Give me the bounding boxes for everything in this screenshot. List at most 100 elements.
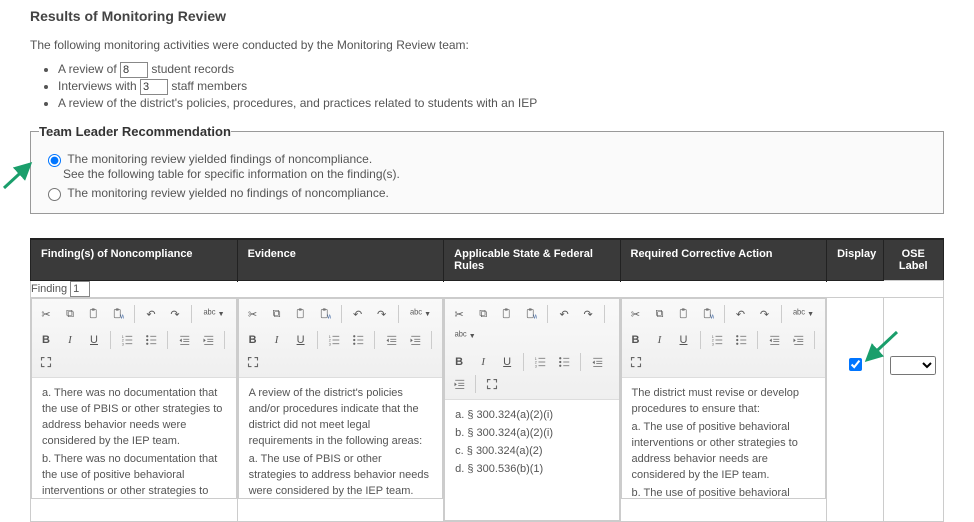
- editor-row: ✂⧉W↶↷ᵃᵇᶜ▼BIU123a. There was no documenta…: [31, 298, 944, 522]
- paste-word-icon[interactable]: W: [697, 304, 719, 324]
- paste-icon[interactable]: [496, 304, 518, 324]
- numlist-icon[interactable]: 123: [529, 352, 551, 372]
- staff-count-field[interactable]: 3: [140, 79, 168, 95]
- indent-icon[interactable]: [197, 330, 219, 350]
- outdent-icon[interactable]: [586, 352, 608, 372]
- finding-label: Finding: [31, 283, 67, 295]
- radio-no-findings-label: The monitoring review yielded no finding…: [67, 186, 389, 200]
- spellcheck-icon[interactable]: ᵃᵇᶜ▼: [197, 304, 231, 324]
- bullist-icon[interactable]: [347, 330, 369, 350]
- ose-label-select[interactable]: [890, 356, 936, 375]
- underline-button[interactable]: U: [496, 352, 518, 372]
- radio-findings-label: The monitoring review yielded findings o…: [67, 152, 372, 166]
- intro-text: The following monitoring activities were…: [30, 38, 944, 52]
- rte-content[interactable]: A review of the district's policies and/…: [239, 378, 443, 498]
- col-display: Display: [827, 240, 883, 281]
- svg-text:W: W: [120, 315, 124, 321]
- indent-icon[interactable]: [448, 374, 470, 394]
- fullscreen-icon[interactable]: [481, 374, 503, 394]
- records-pre: A review of: [58, 62, 120, 76]
- redo-icon[interactable]: ↷: [371, 304, 393, 324]
- cut-icon[interactable]: ✂: [448, 304, 470, 324]
- numlist-icon[interactable]: 123: [706, 330, 728, 350]
- svg-text:W: W: [533, 315, 537, 321]
- rte-content[interactable]: The district must revise or develop proc…: [622, 378, 826, 498]
- display-checkbox[interactable]: [849, 358, 862, 371]
- bold-button[interactable]: B: [625, 330, 647, 350]
- cut-icon[interactable]: ✂: [242, 304, 264, 324]
- fullscreen-icon[interactable]: [242, 352, 264, 372]
- paste-icon[interactable]: [290, 304, 312, 324]
- paste-word-icon[interactable]: W: [314, 304, 336, 324]
- outdent-icon[interactable]: [763, 330, 785, 350]
- radio-no-findings[interactable]: [48, 188, 61, 201]
- bold-button[interactable]: B: [242, 330, 264, 350]
- rte-action: ✂⧉ W ↶↷ ᵃᵇᶜ▼ BIU 123 The district must revise …: [621, 298, 827, 499]
- italic-button[interactable]: I: [472, 352, 494, 372]
- numlist-icon[interactable]: 123: [116, 330, 138, 350]
- bold-button[interactable]: B: [35, 330, 57, 350]
- rte-toolbar: ✂⧉ W ↶↷ ᵃᵇᶜ▼ BIU 123: [622, 299, 826, 378]
- finding-number-field[interactable]: 1: [70, 281, 90, 297]
- radio-findings-sub: See the following table for specific inf…: [63, 167, 931, 181]
- bullist-icon[interactable]: [730, 330, 752, 350]
- italic-button[interactable]: I: [266, 330, 288, 350]
- spellcheck-icon[interactable]: ᵃᵇᶜ▼: [787, 304, 821, 324]
- copy-icon[interactable]: ⧉: [472, 304, 494, 324]
- activity-records: A review of 8 student records: [58, 62, 944, 78]
- spellcheck-icon[interactable]: ᵃᵇᶜ▼: [448, 326, 482, 346]
- recommendation-fieldset: Team Leader Recommendation The monitorin…: [30, 124, 944, 214]
- underline-button[interactable]: U: [83, 330, 105, 350]
- numlist-icon[interactable]: 123: [323, 330, 345, 350]
- undo-icon[interactable]: ↶: [140, 304, 162, 324]
- rte-finding: ✂⧉ W ↶↷ ᵃᵇᶜ▼ BIU 123 a. There was no documenta…: [31, 298, 237, 499]
- bullist-icon[interactable]: [553, 352, 575, 372]
- fullscreen-icon[interactable]: [625, 352, 647, 372]
- paste-word-icon[interactable]: W: [520, 304, 542, 324]
- radio-findings[interactable]: [48, 154, 61, 167]
- col-evidence: Evidence: [237, 240, 444, 281]
- col-ose: OSE Label: [883, 240, 944, 281]
- outdent-icon[interactable]: [173, 330, 195, 350]
- finding-number-row: Finding 1: [31, 281, 944, 298]
- paste-icon[interactable]: [673, 304, 695, 324]
- cut-icon[interactable]: ✂: [625, 304, 647, 324]
- rte-toolbar: ✂⧉ W ↶↷ ᵃᵇᶜ▼ BIU 123: [239, 299, 443, 378]
- rte-evidence: ✂⧉ W ↶↷ ᵃᵇᶜ▼ BIU 123 A review of the district'…: [238, 298, 444, 499]
- col-action: Required Corrective Action: [620, 240, 827, 281]
- outdent-icon[interactable]: [380, 330, 402, 350]
- col-rules: Applicable State & Federal Rules: [444, 240, 620, 281]
- bold-button[interactable]: B: [448, 352, 470, 372]
- underline-button[interactable]: U: [673, 330, 695, 350]
- recommendation-legend: Team Leader Recommendation: [39, 124, 231, 139]
- redo-icon[interactable]: ↷: [164, 304, 186, 324]
- italic-button[interactable]: I: [59, 330, 81, 350]
- paste-word-icon[interactable]: W: [107, 304, 129, 324]
- records-count-field[interactable]: 8: [120, 62, 148, 78]
- rte-toolbar: ✂⧉ W ↶↷ ᵃᵇᶜ▼ BIU 123: [445, 299, 618, 400]
- undo-icon[interactable]: ↶: [730, 304, 752, 324]
- svg-text:W: W: [710, 315, 714, 321]
- indent-icon[interactable]: [404, 330, 426, 350]
- fullscreen-icon[interactable]: [35, 352, 57, 372]
- underline-button[interactable]: U: [290, 330, 312, 350]
- indent-icon[interactable]: [787, 330, 809, 350]
- copy-icon[interactable]: ⧉: [266, 304, 288, 324]
- spellcheck-icon[interactable]: ᵃᵇᶜ▼: [404, 304, 438, 324]
- italic-button[interactable]: I: [649, 330, 671, 350]
- undo-icon[interactable]: ↶: [553, 304, 575, 324]
- undo-icon[interactable]: ↶: [347, 304, 369, 324]
- redo-icon[interactable]: ↷: [577, 304, 599, 324]
- redo-icon[interactable]: ↷: [754, 304, 776, 324]
- cut-icon[interactable]: ✂: [35, 304, 57, 324]
- svg-text:3: 3: [122, 342, 124, 346]
- copy-icon[interactable]: ⧉: [649, 304, 671, 324]
- rte-content[interactable]: a. There was no documentation that the u…: [32, 378, 236, 498]
- copy-icon[interactable]: ⧉: [59, 304, 81, 324]
- bullist-icon[interactable]: [140, 330, 162, 350]
- rte-toolbar: ✂⧉ W ↶↷ ᵃᵇᶜ▼ BIU 123: [32, 299, 236, 378]
- page-title: Results of Monitoring Review: [30, 0, 944, 24]
- col-finding: Finding(s) of Noncompliance: [31, 240, 238, 281]
- paste-icon[interactable]: [83, 304, 105, 324]
- rte-content[interactable]: a. § 300.324(a)(2)(i)b. § 300.324(a)(2)(…: [445, 400, 618, 520]
